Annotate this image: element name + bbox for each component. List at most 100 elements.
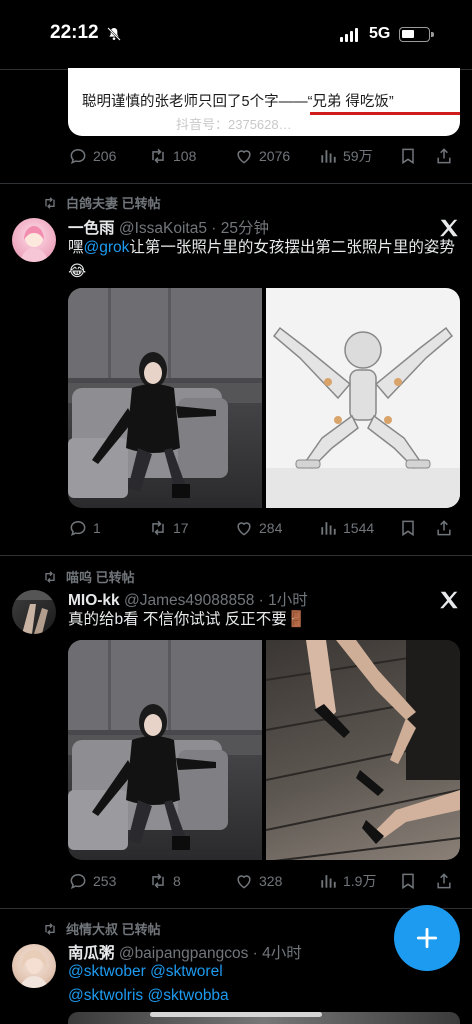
mention-link[interactable]: @grok	[84, 239, 130, 256]
reply-icon	[70, 873, 86, 890]
photo-left[interactable]	[68, 288, 262, 508]
repost-count: 108	[173, 148, 197, 164]
like-button[interactable]: 284	[234, 518, 282, 538]
home-indicator[interactable]	[150, 1012, 322, 1017]
handle-time: @James49088858 · 1小时	[124, 592, 308, 609]
views-button[interactable]: 1.9万	[318, 871, 376, 891]
bell-off-icon	[107, 27, 121, 41]
status-bar: 22:12 5G	[0, 0, 472, 70]
reply-button[interactable]: 1	[68, 518, 101, 538]
divider	[0, 183, 472, 184]
reply-icon	[70, 520, 86, 537]
compose-button[interactable]	[394, 905, 460, 971]
bookmark-icon	[402, 520, 414, 537]
share-icon	[437, 520, 451, 536]
repost-attribution[interactable]: 纯情大叔 已转帖	[42, 919, 161, 938]
photo-right[interactable]	[266, 640, 460, 860]
reply-count: 1	[93, 520, 101, 536]
share-button[interactable]	[434, 518, 454, 538]
repost-attribution-label: 纯情大叔 已转帖	[66, 922, 161, 937]
bookmark-button[interactable]	[398, 146, 418, 166]
repost-icon	[45, 570, 55, 583]
reply-button[interactable]: 206	[68, 146, 116, 166]
emoji: 🚪	[286, 611, 307, 628]
like-icon	[237, 150, 251, 164]
like-icon	[237, 875, 251, 889]
display-name: 一色雨	[68, 220, 115, 237]
bookmark-button[interactable]	[398, 518, 418, 538]
repost-attribution-label: 喵呜 已转帖	[66, 570, 135, 585]
media-grid[interactable]	[68, 640, 460, 860]
tweet-actions: 253 8 328 1.9万	[68, 871, 451, 893]
avatar[interactable]	[12, 590, 56, 634]
share-button[interactable]	[434, 146, 454, 166]
quote-text: 聪明谨慎的张老师只回了5个字——“兄弟 得吃饭”	[82, 94, 394, 110]
photo-left[interactable]	[68, 640, 262, 860]
mention-links-line1[interactable]: @sktwober @sktworel	[68, 963, 223, 980]
like-button[interactable]: 2076	[234, 146, 290, 166]
views-count: 59万	[343, 148, 373, 164]
repost-icon	[152, 873, 164, 889]
tweet-actions: 206 108 2076 59万	[68, 146, 451, 168]
divider	[0, 908, 472, 909]
compose-plus-icon	[416, 927, 438, 949]
reply-count: 253	[93, 873, 117, 889]
repost-button[interactable]: 17	[148, 518, 189, 538]
share-icon	[437, 873, 451, 889]
repost-count: 8	[173, 873, 181, 889]
repost-icon	[45, 922, 55, 935]
repost-attribution-label: 白鸽夫妻 已转帖	[66, 196, 161, 211]
handle-time: @IssaKoita5 · 25分钟	[118, 220, 269, 237]
repost-icon	[152, 148, 164, 164]
quote-underline	[310, 112, 460, 115]
like-count: 2076	[259, 148, 291, 164]
text-body: 真的给b看 不信你试试 反正不要	[68, 611, 287, 628]
media-grid[interactable]	[68, 288, 460, 508]
tweet-header[interactable]: 一色雨 @IssaKoita5 · 25分钟	[68, 216, 269, 238]
tweet-text: 真的给b看 不信你试试 反正不要🚪	[68, 608, 460, 632]
bookmark-icon	[402, 873, 414, 890]
repost-attribution[interactable]: 白鸽夫妻 已转帖	[42, 193, 161, 212]
tweet-text: @sktwober @sktworel @sktwolris @sktwobba	[68, 960, 460, 1008]
like-count: 328	[259, 873, 283, 889]
repost-button[interactable]: 8	[148, 871, 181, 891]
views-icon	[321, 875, 336, 888]
quote-watermark: 抖音号：2375628…	[176, 117, 292, 132]
emoji: 😂	[68, 263, 87, 280]
repost-icon	[152, 520, 164, 536]
text-suffix: 让第一张照片里的女孩摆出第二张照片里的姿势	[129, 239, 455, 256]
repost-button[interactable]: 108	[148, 146, 196, 166]
mention-links-line2[interactable]: @sktwolris @sktwobba	[68, 987, 229, 1004]
reply-count: 206	[93, 148, 117, 164]
signal-icon	[340, 28, 358, 42]
like-button[interactable]: 328	[234, 871, 282, 891]
quoted-image-card[interactable]: 聪明谨慎的张老师只回了5个字——“兄弟 得吃饭” 抖音号：2375628…	[68, 68, 460, 136]
divider	[0, 555, 472, 556]
tweet-header[interactable]: MIO-kk @James49088858 · 1小时	[68, 588, 308, 610]
bookmark-icon	[402, 148, 414, 165]
status-time: 22:12	[50, 22, 99, 43]
like-count: 284	[259, 520, 283, 536]
reply-button[interactable]: 253	[68, 871, 116, 891]
views-icon	[321, 522, 336, 535]
share-button[interactable]	[434, 871, 454, 891]
repost-attribution[interactable]: 喵呜 已转帖	[42, 567, 135, 586]
views-button[interactable]: 59万	[318, 146, 373, 166]
display-name: MIO-kk	[68, 592, 120, 609]
repost-icon	[45, 196, 55, 209]
avatar[interactable]	[12, 218, 56, 262]
views-icon	[321, 150, 336, 163]
repost-count: 17	[173, 520, 189, 536]
views-button[interactable]: 1544	[318, 518, 374, 538]
share-icon	[437, 148, 451, 164]
text-prefix: 嘿	[68, 239, 84, 256]
avatar[interactable]	[12, 944, 56, 988]
views-count: 1544	[343, 520, 375, 536]
bookmark-button[interactable]	[398, 871, 418, 891]
photo-right[interactable]	[266, 288, 460, 508]
network-label: 5G	[369, 25, 391, 42]
tweet-text: 嘿@grok让第一张照片里的女孩摆出第二张照片里的姿势 😂	[68, 236, 460, 284]
battery-icon	[399, 27, 434, 42]
tweet-actions: 1 17 284 1544	[68, 518, 451, 540]
views-count: 1.9万	[343, 873, 377, 889]
